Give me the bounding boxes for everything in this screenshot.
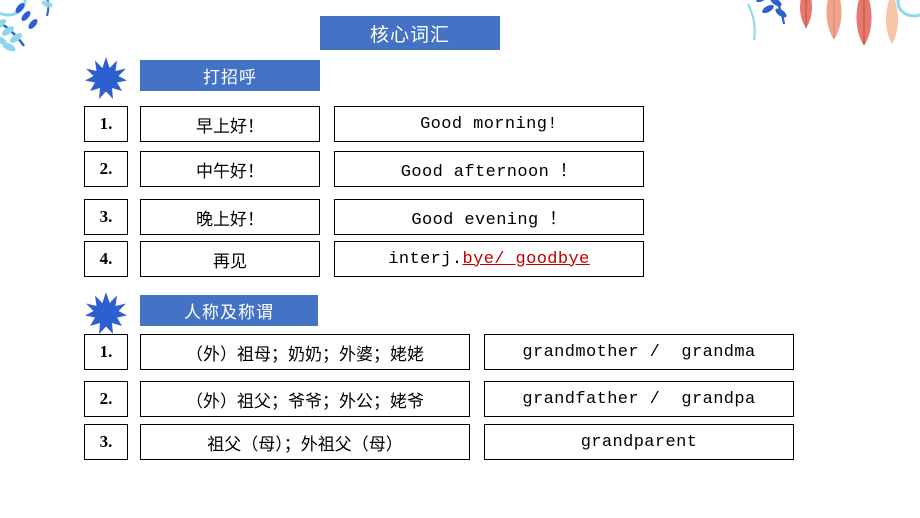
row-english: interj. bye/ goodbye	[334, 241, 644, 277]
row-chinese: 中午好！	[140, 151, 320, 187]
row-english-text: grandmother / grandma	[522, 342, 756, 362]
table-row: 1. （外）祖母；奶奶；外婆；姥姥 grandmother / grandma	[84, 334, 794, 370]
table-row: 2. （外）祖父；爷爷；外公；姥爷 grandfather / grandpa	[84, 381, 794, 417]
row-number: 4.	[84, 241, 128, 277]
star-burst-icon	[84, 291, 128, 335]
slide: 核心词汇 打招呼 1. 早上好！ Good morning! 2. 中午好！ G…	[0, 0, 920, 518]
table-row: 3. 晚上好！ Good evening ！	[84, 199, 644, 235]
row-english-text: Good morning!	[420, 114, 558, 134]
row-english: grandparent	[484, 424, 794, 460]
row-number: 3.	[84, 199, 128, 235]
row-number: 1.	[84, 334, 128, 370]
row-chinese: 再见	[140, 241, 320, 277]
page-title: 核心词汇	[320, 16, 500, 50]
row-english: grandmother / grandma	[484, 334, 794, 370]
table-row: 1. 早上好！ Good morning!	[84, 106, 644, 142]
foliage-decoration-top-right	[746, 0, 920, 112]
row-chinese: （外）祖父；爷爷；外公；姥爷	[140, 381, 470, 417]
row-chinese: 祖父（母）；外祖父（母）	[140, 424, 470, 460]
row-english: grandfather / grandpa	[484, 381, 794, 417]
section-header-persons-label: 人称及称谓	[184, 303, 274, 322]
row-english-text: grandfather / grandpa	[522, 389, 756, 409]
row-english-text: Good afternoon ！	[400, 163, 578, 182]
row-chinese: 晚上好！	[140, 199, 320, 235]
table-row: 3. 祖父（母）；外祖父（母） grandparent	[84, 424, 794, 460]
row-english: Good evening ！	[334, 199, 644, 235]
row-english-text: interj.	[388, 249, 463, 269]
table-row: 4. 再见 interj. bye/ goodbye	[84, 241, 644, 277]
section-header-persons: 人称及称谓	[140, 295, 318, 326]
row-number: 3.	[84, 424, 128, 460]
row-english-text: Good evening ！	[411, 211, 567, 230]
row-english: Good afternoon ！	[334, 151, 644, 187]
row-english-text: grandparent	[580, 432, 698, 452]
section-header-greetings-label: 打招呼	[203, 68, 257, 87]
row-english: Good morning!	[334, 106, 644, 142]
section-header-greetings: 打招呼	[140, 60, 320, 91]
row-english-highlight: bye/ goodbye	[462, 249, 590, 269]
row-number: 1.	[84, 106, 128, 142]
page-title-text: 核心词汇	[369, 24, 450, 46]
row-number: 2.	[84, 381, 128, 417]
row-chinese: （外）祖母；奶奶；外婆；姥姥	[140, 334, 470, 370]
star-burst-icon	[84, 56, 128, 100]
row-chinese: 早上好！	[140, 106, 320, 142]
row-number: 2.	[84, 151, 128, 187]
table-row: 2. 中午好！ Good afternoon ！	[84, 151, 644, 187]
